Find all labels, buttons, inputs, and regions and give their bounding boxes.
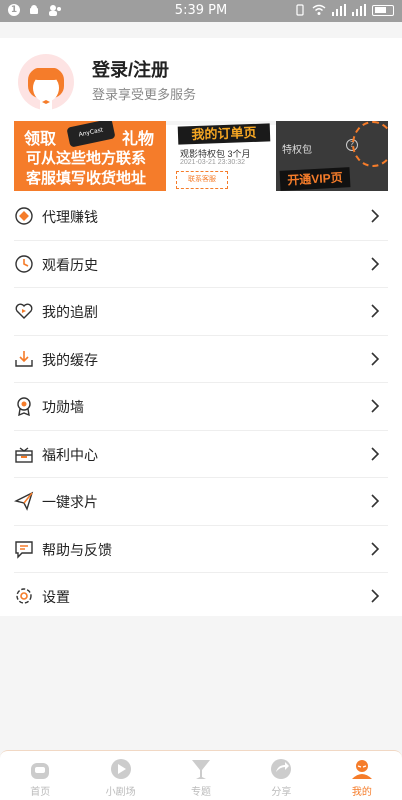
wifi-icon <box>312 4 326 15</box>
tab-label: 我的 <box>351 787 372 798</box>
login-subtitle: 登录享受更多服务 <box>92 87 197 102</box>
help-feedback-icon <box>15 540 33 559</box>
anycast-device-image: AnyCast <box>66 121 116 148</box>
gift-banner-text: 领取 <box>24 131 57 148</box>
login-section[interactable]: 登录/注册 登录享受更多服务 <box>18 54 388 120</box>
status-bar: 1 5:39 PM <box>0 0 402 22</box>
menu-item-help[interactable]: 帮助与反馈 <box>14 526 388 573</box>
bottom-tab-bar: 首页 小剧场 专题 分享 我的 <box>0 750 402 800</box>
order-banner-panel[interactable]: 我的订单页 观影特权包 3个月 2021-03-21 23:30:32 联系客服 <box>166 121 276 191</box>
profile-page: 登录/注册 登录享受更多服务 领取 AnyCast 礼物 可从这些地方联系 客服… <box>0 38 402 616</box>
home-tv-icon <box>31 763 50 779</box>
tab-home[interactable]: 首页 <box>0 751 80 800</box>
chevron-right-icon <box>371 589 380 603</box>
menu-item-label: 设置 <box>42 589 70 605</box>
tab-topic[interactable]: 专题 <box>161 751 241 800</box>
vip-banner-panel[interactable]: 特权包 ? 开通VIP页 <box>276 121 388 191</box>
vibrate-icon <box>296 4 304 16</box>
signal-icon-2 <box>352 4 366 16</box>
login-register-title[interactable]: 登录/注册 <box>92 56 169 82</box>
menu-item-medal[interactable]: 功勋墙 <box>14 383 388 431</box>
menu-item-label: 一键求片 <box>42 494 98 510</box>
order-date: 2021-03-21 23:30:32 <box>180 159 245 166</box>
tab-label: 专题 <box>191 787 212 798</box>
avatar[interactable] <box>18 54 74 110</box>
battery-icon <box>372 4 394 16</box>
follow-heart-icon <box>15 303 33 319</box>
tab-theater[interactable]: 小剧场 <box>80 751 160 800</box>
chevron-right-icon <box>371 304 380 318</box>
history-clock-icon <box>15 254 33 273</box>
menu-item-label: 代理赚钱 <box>42 209 98 225</box>
tab-mine[interactable]: 我的 <box>322 751 402 800</box>
menu-item-label: 功勋墙 <box>42 399 84 415</box>
vip-banner-item: 特权包 <box>282 145 312 156</box>
chevron-right-icon <box>371 399 380 413</box>
signal-icon <box>332 4 346 16</box>
download-cache-icon <box>15 350 33 367</box>
menu-item-settings[interactable]: 设置 <box>14 573 388 621</box>
tab-share[interactable]: 分享 <box>241 751 321 800</box>
paper-plane-icon <box>14 491 34 511</box>
contact-service-button: 联系客服 <box>176 171 228 189</box>
promo-banner[interactable]: 领取 AnyCast 礼物 可从这些地方联系 客服填写收货地址 我的订单页 观影… <box>14 121 388 191</box>
topic-cup-icon <box>192 760 211 779</box>
headset-highlight <box>352 121 388 167</box>
menu-item-label: 福利中心 <box>42 446 98 463</box>
order-banner-heading: 我的订单页 <box>177 123 271 145</box>
menu-item-label: 观看历史 <box>42 256 98 273</box>
menu-list: 代理赚钱 观看历史 我的追剧 我的缓存 功勋墙 福利中心 一键求片 帮助与反馈 … <box>14 193 388 621</box>
chevron-right-icon <box>371 256 380 271</box>
menu-item-follow[interactable]: 我的追剧 <box>14 288 388 336</box>
gift-icon <box>15 446 33 463</box>
gift-banner-text: 客服填写收货地址 <box>26 170 147 187</box>
play-circle-icon <box>110 759 131 779</box>
gift-banner-text: 可从这些地方联系 <box>26 150 147 167</box>
gift-banner-text: 礼物 <box>122 131 155 148</box>
vip-banner-label: 开通VIP页 <box>279 167 351 191</box>
chevron-right-icon <box>371 351 380 366</box>
chevron-right-icon <box>371 209 380 223</box>
chevron-right-icon <box>371 446 380 461</box>
share-icon <box>271 759 292 779</box>
medal-icon <box>17 397 31 416</box>
menu-item-label: 我的缓存 <box>42 351 98 368</box>
chevron-right-icon <box>371 541 380 556</box>
agent-money-icon <box>15 207 33 225</box>
tab-label: 首页 <box>30 787 51 798</box>
menu-item-history[interactable]: 观看历史 <box>14 241 388 288</box>
tab-label: 小剧场 <box>105 787 136 798</box>
gift-banner-panel[interactable]: 领取 AnyCast 礼物 可从这些地方联系 客服填写收货地址 <box>14 121 166 191</box>
menu-item-label: 我的追剧 <box>42 304 98 320</box>
profile-icon <box>351 760 372 779</box>
chevron-right-icon <box>371 494 380 508</box>
tab-label: 分享 <box>271 787 292 798</box>
menu-item-cache[interactable]: 我的缓存 <box>14 336 388 383</box>
settings-gear-icon <box>16 588 32 604</box>
menu-item-request[interactable]: 一键求片 <box>14 478 388 526</box>
menu-item-label: 帮助与反馈 <box>42 541 112 558</box>
menu-item-gift[interactable]: 福利中心 <box>14 431 388 478</box>
menu-item-agent[interactable]: 代理赚钱 <box>14 193 388 241</box>
